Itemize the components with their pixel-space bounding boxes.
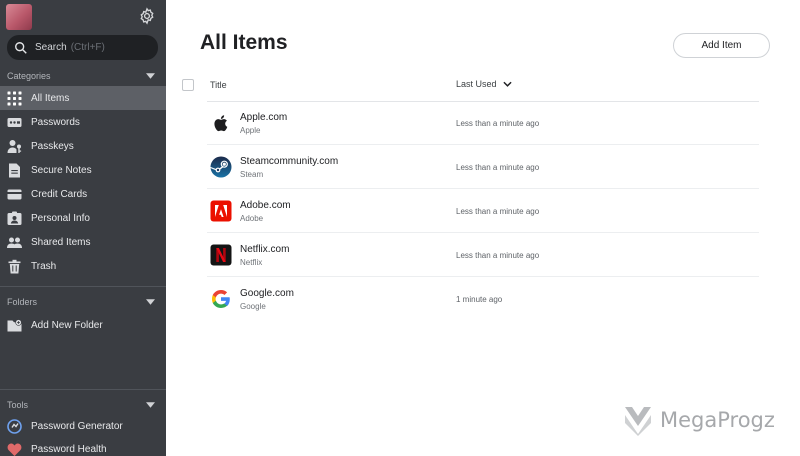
watermark: MegaProgz: [622, 404, 775, 436]
item-last-used: Less than a minute ago: [456, 119, 540, 128]
apple-logo-icon: [210, 112, 232, 134]
chevron-down-icon: [146, 299, 155, 305]
sidebar-item-label: Passwords: [31, 116, 80, 128]
item-name: Apple.com: [240, 112, 288, 123]
sidebar-divider: [0, 389, 166, 390]
sidebar-item-all-items[interactable]: All Items: [0, 86, 166, 110]
item-last-used: Less than a minute ago: [456, 163, 540, 172]
sidebar-item-label: Add New Folder: [31, 319, 103, 331]
sidebar-item-password-generator[interactable]: Password Generator: [0, 414, 166, 438]
watermark-text: MegaProgz: [660, 408, 775, 432]
item-username: Adobe: [240, 214, 264, 223]
table-row[interactable]: Apple.com Apple Less than a minute ago: [207, 101, 759, 145]
sidebar-item-credit-cards[interactable]: Credit Cards: [0, 182, 166, 206]
password-icon: [7, 115, 22, 130]
avatar[interactable]: [6, 4, 32, 30]
sidebar-divider: [0, 286, 166, 287]
categories-header[interactable]: Categories: [0, 69, 166, 83]
google-logo-icon: [210, 288, 232, 310]
chevron-down-icon: [502, 81, 512, 87]
add-folder-icon: [7, 318, 22, 333]
trash-icon: [7, 259, 22, 274]
search-shortcut: (Ctrl+F): [70, 42, 105, 53]
sidebar-item-shared-items[interactable]: Shared Items: [0, 230, 166, 254]
health-icon: [7, 442, 22, 456]
column-header-last-used-label: Last Used: [456, 79, 497, 89]
credit-card-icon: [7, 187, 22, 202]
search-label: Search: [35, 42, 67, 53]
shared-users-icon: [7, 235, 22, 250]
sidebar-item-label: Secure Notes: [31, 164, 92, 176]
tools-header[interactable]: Tools: [0, 398, 166, 412]
table-row[interactable]: Google.com Google 1 minute ago: [207, 277, 759, 321]
item-last-used: Less than a minute ago: [456, 207, 540, 216]
sidebar-item-label: Shared Items: [31, 236, 91, 248]
gear-icon[interactable]: [138, 7, 156, 25]
grid-icon: [7, 91, 22, 106]
netflix-logo-icon: [210, 244, 232, 266]
column-header-last-used[interactable]: Last Used: [456, 79, 512, 89]
table-row[interactable]: Steamcommunity.com Steam Less than a min…: [207, 145, 759, 189]
table-row[interactable]: Netflix.com Netflix Less than a minute a…: [207, 233, 759, 277]
folders-header-label: Folders: [7, 297, 38, 307]
watermark-logo-icon: [625, 407, 651, 436]
id-card-icon: [7, 211, 22, 226]
sidebar-item-label: Credit Cards: [31, 188, 88, 200]
folders-header[interactable]: Folders: [0, 295, 166, 309]
item-name: Steamcommunity.com: [240, 156, 339, 167]
sidebar-item-add-new-folder[interactable]: Add New Folder: [0, 313, 166, 337]
page-title: All Items: [200, 31, 288, 54]
item-username: Google: [240, 302, 266, 311]
column-header-title: Title: [210, 80, 227, 90]
tools-header-label: Tools: [7, 400, 29, 410]
sidebar-item-label: Personal Info: [31, 212, 90, 224]
sidebar-item-label: Passkeys: [31, 140, 74, 152]
chevron-down-icon: [146, 402, 155, 408]
sidebar: Search (Ctrl+F) Categories All Items Pas…: [0, 0, 166, 456]
generator-icon: [7, 418, 22, 434]
item-name: Adobe.com: [240, 200, 291, 211]
categories-header-label: Categories: [7, 71, 51, 81]
search-input[interactable]: Search (Ctrl+F): [7, 35, 158, 60]
steam-logo-icon: [210, 156, 232, 178]
chevron-down-icon: [146, 73, 155, 79]
note-icon: [7, 163, 22, 178]
sidebar-item-secure-notes[interactable]: Secure Notes: [0, 158, 166, 182]
adobe-logo-icon: [210, 200, 232, 222]
sidebar-item-personal-info[interactable]: Personal Info: [0, 206, 166, 230]
sidebar-item-passkeys[interactable]: Passkeys: [0, 134, 166, 158]
sidebar-item-password-health[interactable]: Password Health: [0, 437, 166, 456]
sidebar-item-trash[interactable]: Trash: [0, 254, 166, 278]
table-row[interactable]: Adobe.com Adobe Less than a minute ago: [207, 189, 759, 233]
item-name: Google.com: [240, 288, 294, 299]
sidebar-item-label: Password Health: [31, 443, 107, 455]
item-username: Steam: [240, 170, 264, 179]
item-username: Apple: [240, 126, 261, 135]
add-item-button[interactable]: Add Item: [673, 33, 770, 58]
item-username: Netflix: [240, 258, 263, 267]
sidebar-item-passwords[interactable]: Passwords: [0, 110, 166, 134]
select-all-checkbox[interactable]: [182, 79, 194, 91]
sidebar-item-label: Trash: [31, 260, 57, 272]
passkey-icon: [7, 139, 22, 154]
item-name: Netflix.com: [240, 244, 290, 255]
sidebar-item-label: Password Generator: [31, 420, 123, 432]
item-last-used: 1 minute ago: [456, 295, 503, 304]
sidebar-item-label: All Items: [31, 92, 70, 104]
search-icon: [15, 41, 27, 54]
item-last-used: Less than a minute ago: [456, 251, 540, 260]
